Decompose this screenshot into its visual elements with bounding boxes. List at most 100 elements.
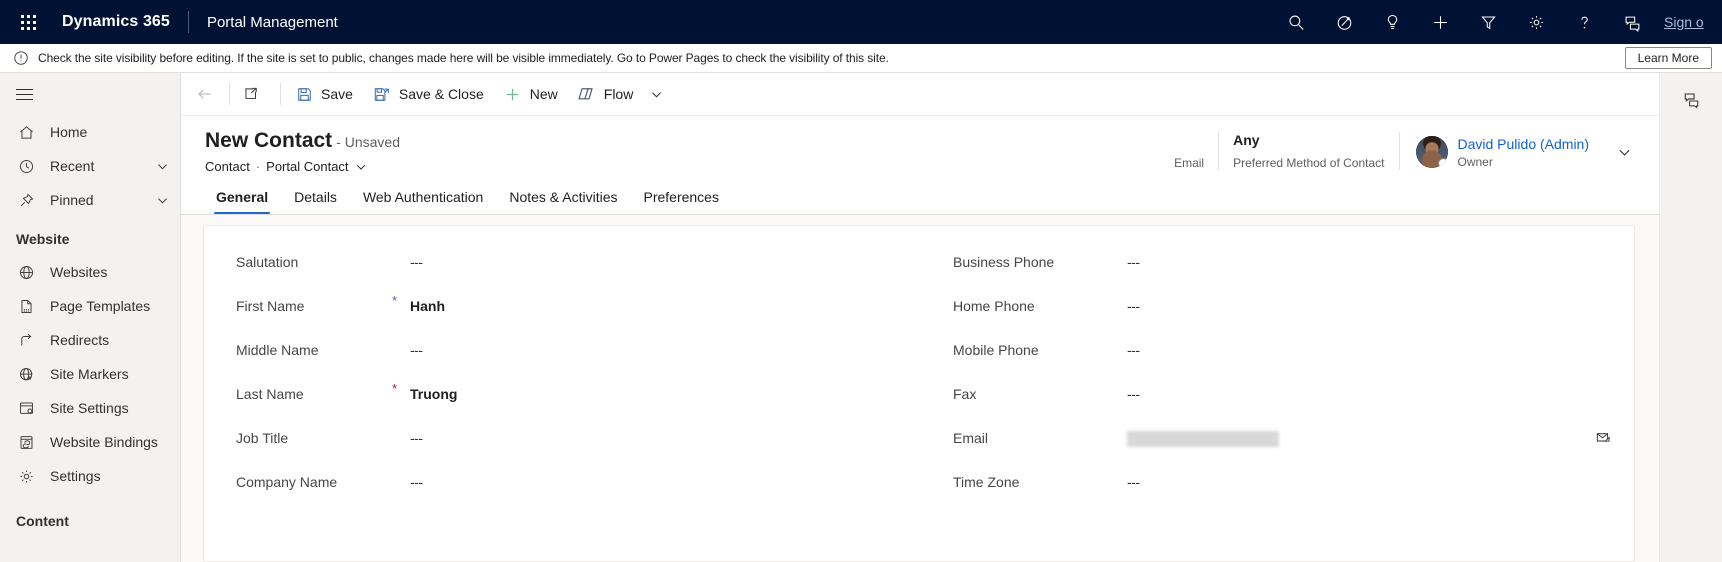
field-label: Mobile Phone <box>953 342 1039 358</box>
flow-button[interactable]: Flow <box>568 74 644 114</box>
required-marker <box>1109 372 1123 384</box>
field-row-fax: Fax --- <box>939 372 1616 416</box>
header-field-preferred-method[interactable]: Any Preferred Method of Contact <box>1219 130 1398 174</box>
sidebar-item-recent[interactable]: Recent <box>0 149 180 183</box>
form-section-card: Salutation --- First Name * Hanh Middle … <box>203 225 1635 562</box>
field-value-salutation[interactable]: --- <box>406 254 919 270</box>
field-label: Home Phone <box>953 298 1035 314</box>
field-value-email[interactable] <box>1123 429 1590 447</box>
sidebar-item-label: Redirects <box>50 332 110 348</box>
header-field-label: Email <box>1174 156 1205 170</box>
sidebar-item-pinned[interactable]: Pinned <box>0 183 180 217</box>
sidebar-item-label: Home <box>50 124 88 140</box>
field-value-business-phone[interactable]: --- <box>1123 254 1590 270</box>
field-label: Email <box>953 430 989 446</box>
assistant-icon[interactable] <box>1320 0 1368 44</box>
header-expand-chevron-icon[interactable] <box>1609 130 1639 174</box>
required-marker <box>1109 416 1123 428</box>
field-value-last-name[interactable]: Truong <box>406 386 919 402</box>
required-marker: * <box>392 381 398 396</box>
top-navigation-bar: Dynamics 365 Portal Management Sign o <box>0 0 1722 44</box>
hamburger-menu-icon[interactable] <box>0 73 180 115</box>
gear-icon <box>16 466 36 486</box>
header-fields: Email Any Preferred Method of Contact Da… <box>1160 128 1639 174</box>
search-icon[interactable] <box>1272 0 1320 44</box>
plus-icon[interactable] <box>1416 0 1464 44</box>
required-marker <box>392 240 406 252</box>
main-wrapper: Save Save & Close New Flow New Contact -… <box>181 73 1722 562</box>
tab-details[interactable]: Details <box>281 189 350 214</box>
field-row-last-name: Last Name * Truong <box>222 372 919 416</box>
right-rail <box>1659 73 1722 562</box>
open-new-window-button[interactable] <box>234 74 276 114</box>
sidebar-item-label: Page Templates <box>50 298 151 314</box>
sidebar-item-site-markers[interactable]: Site Markers <box>0 357 180 391</box>
chevron-down-icon[interactable] <box>154 192 170 208</box>
field-row-home-phone: Home Phone --- <box>939 284 1616 328</box>
sign-out-link[interactable]: Sign o <box>1664 14 1722 30</box>
header-field-value: Any <box>1233 132 1260 148</box>
sidebar-item-label: Site Markers <box>50 366 129 382</box>
sidebar-item-websites[interactable]: Websites <box>0 255 180 289</box>
app-name-label: Portal Management <box>206 13 338 31</box>
sidebar-item-label: Websites <box>50 264 108 280</box>
field-value-company-name[interactable]: --- <box>406 474 919 490</box>
sidebar-item-site-settings[interactable]: Site Settings <box>0 391 180 425</box>
feedback-icon[interactable] <box>1608 0 1656 44</box>
required-marker <box>392 328 406 340</box>
field-value-first-name[interactable]: Hanh <box>406 298 919 314</box>
command-bar: Save Save & Close New Flow <box>181 73 1659 116</box>
sidebar-item-redirects[interactable]: Redirects <box>0 323 180 357</box>
learn-more-button[interactable]: Learn More <box>1624 47 1712 69</box>
sidebar-item-settings[interactable]: Settings <box>0 459 180 493</box>
breadcrumb: Contact · Portal Contact <box>205 159 400 174</box>
field-value-middle-name[interactable]: --- <box>406 342 919 358</box>
field-value-fax[interactable]: --- <box>1123 386 1590 402</box>
field-label: First Name <box>236 298 305 314</box>
notification-message: Check the site visibility before editing… <box>38 51 889 65</box>
app-launcher-icon[interactable] <box>8 2 48 42</box>
owner-name-link[interactable]: David Pulido (Admin) <box>1458 136 1590 152</box>
globe-star-icon <box>16 364 36 384</box>
form-column-left: Salutation --- First Name * Hanh Middle … <box>222 240 919 561</box>
owner-field[interactable]: David Pulido (Admin) Owner <box>1400 130 1592 174</box>
home-icon <box>16 122 36 142</box>
tab-web-authentication[interactable]: Web Authentication <box>350 189 496 214</box>
chevron-down-icon[interactable] <box>154 158 170 174</box>
field-label: Fax <box>953 386 977 402</box>
tab-general[interactable]: General <box>203 189 281 214</box>
filter-icon[interactable] <box>1464 0 1512 44</box>
command-overflow-chevron-icon[interactable] <box>643 74 669 114</box>
header-field-email[interactable]: Email <box>1160 130 1218 174</box>
field-value-time-zone[interactable]: --- <box>1123 474 1590 490</box>
main-column: Save Save & Close New Flow New Contact -… <box>181 73 1659 562</box>
sidebar-item-page-templates[interactable]: Page Templates <box>0 289 180 323</box>
new-button[interactable]: New <box>494 74 568 114</box>
sidebar-item-website-bindings[interactable]: Website Bindings <box>0 425 180 459</box>
save-and-close-button[interactable]: Save & Close <box>363 74 494 114</box>
field-row-salutation: Salutation --- <box>222 240 919 284</box>
lightbulb-icon[interactable] <box>1368 0 1416 44</box>
tab-notes-activities[interactable]: Notes & Activities <box>496 189 630 214</box>
send-email-icon[interactable] <box>1590 430 1616 446</box>
body-row: Home Recent Pinned Website Websites Page… <box>0 73 1722 562</box>
form-selector[interactable]: Portal Contact <box>266 159 366 174</box>
field-row-middle-name: Middle Name --- <box>222 328 919 372</box>
topbar-icon-group: Sign o <box>1272 0 1722 44</box>
owner-text: David Pulido (Admin) Owner <box>1458 136 1590 169</box>
save-button[interactable]: Save <box>285 74 363 114</box>
sidebar-item-label: Recent <box>50 158 95 174</box>
page-title: New Contact - Unsaved <box>205 128 400 155</box>
help-icon[interactable] <box>1560 0 1608 44</box>
breadcrumb-separator: · <box>255 159 261 174</box>
sidebar-item-home[interactable]: Home <box>0 115 180 149</box>
gear-icon[interactable] <box>1512 0 1560 44</box>
sidebar-item-label: Settings <box>50 468 101 484</box>
field-value-mobile-phone[interactable]: --- <box>1123 342 1590 358</box>
back-arrow-icon[interactable] <box>185 74 225 114</box>
field-value-home-phone[interactable]: --- <box>1123 298 1590 314</box>
chat-assistant-icon[interactable] <box>1675 83 1707 115</box>
required-marker <box>1109 460 1123 472</box>
field-value-job-title[interactable]: --- <box>406 430 919 446</box>
tab-preferences[interactable]: Preferences <box>630 189 731 214</box>
